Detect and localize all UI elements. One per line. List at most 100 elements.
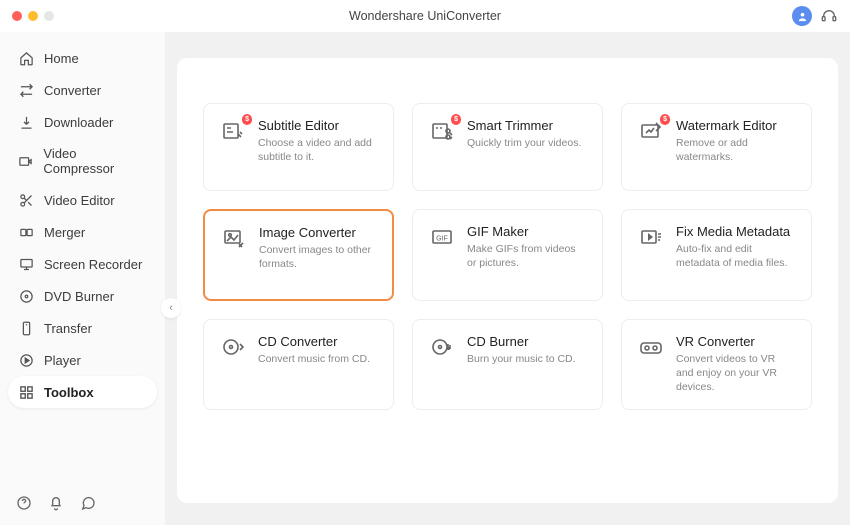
sidebar-item-merger[interactable]: Merger — [8, 216, 157, 248]
tool-desc: Convert images to other formats. — [259, 243, 376, 271]
main-area: ‹ $ Subtitle Editor Choose a video and a… — [165, 32, 850, 525]
metadata-icon — [638, 224, 664, 250]
sidebar-item-label: Screen Recorder — [44, 257, 142, 272]
compressor-icon — [18, 153, 33, 169]
sidebar-item-label: Player — [44, 353, 81, 368]
tool-card-image-converter[interactable]: Image Converter Convert images to other … — [203, 209, 394, 301]
transfer-icon — [18, 320, 34, 336]
monitor-icon — [18, 256, 34, 272]
support-button[interactable] — [820, 7, 838, 25]
tool-card-subtitle-editor[interactable]: $ Subtitle Editor Choose a video and add… — [203, 103, 394, 191]
grid-icon — [18, 384, 34, 400]
tool-title: VR Converter — [676, 334, 795, 349]
tool-desc: Convert music from CD. — [258, 352, 370, 366]
sidebar-item-dvd-burner[interactable]: DVD Burner — [8, 280, 157, 312]
sidebar-item-label: Converter — [44, 83, 101, 98]
card-text: Subtitle Editor Choose a video and add s… — [258, 118, 377, 164]
card-text: VR Converter Convert videos to VR and en… — [676, 334, 795, 395]
image-icon — [221, 225, 247, 251]
tool-card-cd-burner[interactable]: CD Burner Burn your music to CD. — [412, 319, 603, 410]
tool-card-cd-converter[interactable]: CD Converter Convert music from CD. — [203, 319, 394, 410]
sidebar-item-label: Video Editor — [44, 193, 115, 208]
card-text: GIF Maker Make GIFs from videos or pictu… — [467, 224, 586, 270]
cd-burn-icon — [429, 334, 455, 360]
card-text: Image Converter Convert images to other … — [259, 225, 376, 271]
tool-card-smart-trimmer[interactable]: $ Smart Trimmer Quickly trim your videos… — [412, 103, 603, 191]
sidebar-item-label: Downloader — [44, 115, 113, 130]
premium-badge: $ — [660, 114, 670, 125]
sidebar-item-downloader[interactable]: Downloader — [8, 106, 157, 138]
watermark-icon: $ — [638, 118, 664, 144]
tool-card-watermark-editor[interactable]: $ Watermark Editor Remove or add waterma… — [621, 103, 812, 191]
tool-title: Subtitle Editor — [258, 118, 377, 133]
tool-card-fix-media-metadata[interactable]: Fix Media Metadata Auto-fix and edit met… — [621, 209, 812, 301]
tool-title: CD Converter — [258, 334, 370, 349]
app-body: Home Converter Downloader Video Compress… — [0, 32, 850, 525]
sidebar-bottom — [8, 487, 157, 515]
gif-icon: GIF — [429, 224, 455, 250]
converter-icon — [18, 82, 34, 98]
play-icon — [18, 352, 34, 368]
tool-title: Fix Media Metadata — [676, 224, 795, 239]
premium-badge: $ — [242, 114, 252, 125]
tool-grid: $ Subtitle Editor Choose a video and add… — [203, 103, 812, 410]
collapse-sidebar-button[interactable]: ‹ — [161, 298, 181, 318]
card-text: CD Burner Burn your music to CD. — [467, 334, 576, 366]
tool-desc: Choose a video and add subtitle to it. — [258, 136, 377, 164]
sidebar-item-toolbox[interactable]: Toolbox — [8, 376, 157, 408]
scissors-icon — [18, 192, 34, 208]
close-window-icon[interactable] — [12, 11, 22, 21]
tool-title: Watermark Editor — [676, 118, 795, 133]
sidebar-item-label: Home — [44, 51, 79, 66]
sidebar-item-label: DVD Burner — [44, 289, 114, 304]
trimmer-icon: $ — [429, 118, 455, 144]
sidebar: Home Converter Downloader Video Compress… — [0, 32, 165, 525]
sidebar-item-player[interactable]: Player — [8, 344, 157, 376]
sidebar-item-video-editor[interactable]: Video Editor — [8, 184, 157, 216]
user-icon — [797, 11, 808, 22]
card-text: Smart Trimmer Quickly trim your videos. — [467, 118, 581, 150]
sidebar-item-converter[interactable]: Converter — [8, 74, 157, 106]
tool-title: Image Converter — [259, 225, 376, 240]
tool-desc: Quickly trim your videos. — [467, 136, 581, 150]
tool-title: CD Burner — [467, 334, 576, 349]
tool-card-vr-converter[interactable]: VR Converter Convert videos to VR and en… — [621, 319, 812, 410]
card-text: CD Converter Convert music from CD. — [258, 334, 370, 366]
content-area: $ Subtitle Editor Choose a video and add… — [177, 58, 838, 503]
tool-title: GIF Maker — [467, 224, 586, 239]
disc-icon — [18, 288, 34, 304]
tool-desc: Make GIFs from videos or pictures. — [467, 242, 586, 270]
card-text: Fix Media Metadata Auto-fix and edit met… — [676, 224, 795, 270]
sidebar-item-screen-recorder[interactable]: Screen Recorder — [8, 248, 157, 280]
tool-desc: Convert videos to VR and enjoy on your V… — [676, 352, 795, 395]
sidebar-item-label: Toolbox — [44, 385, 94, 400]
sidebar-item-home[interactable]: Home — [8, 42, 157, 74]
window-controls — [12, 11, 54, 21]
tool-desc: Remove or add watermarks. — [676, 136, 795, 164]
titlebar-right — [792, 6, 838, 26]
premium-badge: $ — [451, 114, 461, 125]
svg-text:GIF: GIF — [436, 236, 448, 243]
chat-icon[interactable] — [80, 495, 96, 511]
minimize-window-icon[interactable] — [28, 11, 38, 21]
tool-card-gif-maker[interactable]: GIF GIF Maker Make GIFs from videos or p… — [412, 209, 603, 301]
card-text: Watermark Editor Remove or add watermark… — [676, 118, 795, 164]
sidebar-item-video-compressor[interactable]: Video Compressor — [8, 138, 157, 184]
cd-convert-icon — [220, 334, 246, 360]
tool-desc: Burn your music to CD. — [467, 352, 576, 366]
subtitle-icon: $ — [220, 118, 246, 144]
chevron-left-icon: ‹ — [169, 302, 173, 314]
sidebar-item-label: Transfer — [44, 321, 92, 336]
sidebar-item-label: Merger — [44, 225, 85, 240]
home-icon — [18, 50, 34, 66]
sidebar-item-transfer[interactable]: Transfer — [8, 312, 157, 344]
sidebar-item-label: Video Compressor — [43, 146, 147, 176]
account-button[interactable] — [792, 6, 812, 26]
bell-icon[interactable] — [48, 495, 64, 511]
headset-icon — [821, 8, 837, 24]
maximize-window-icon[interactable] — [44, 11, 54, 21]
nav-list: Home Converter Downloader Video Compress… — [8, 42, 157, 487]
download-icon — [18, 114, 34, 130]
help-icon[interactable] — [16, 495, 32, 511]
merger-icon — [18, 224, 34, 240]
